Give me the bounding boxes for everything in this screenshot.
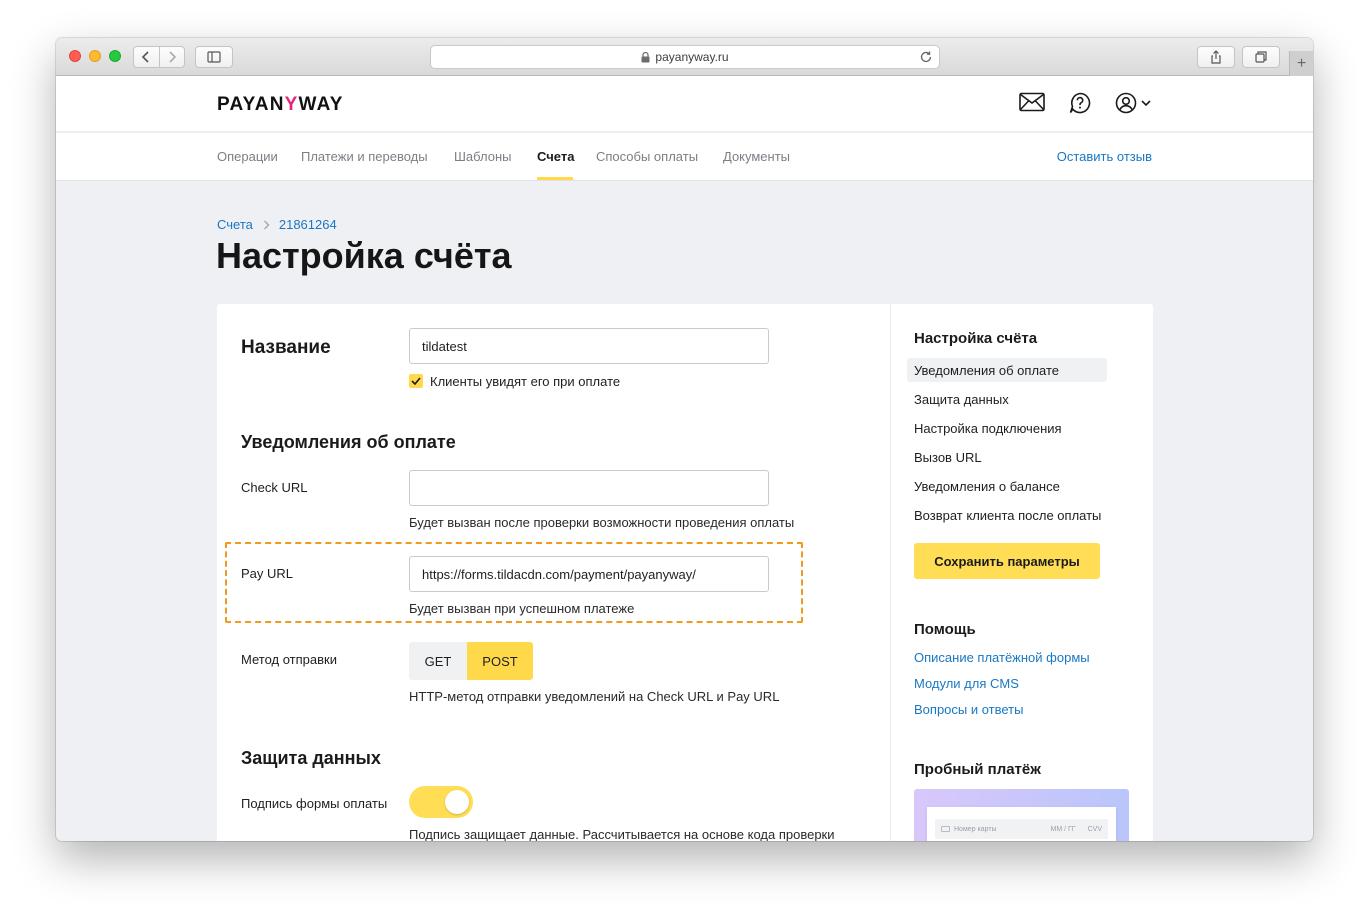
sidebar-icon [207, 51, 221, 63]
method-get-option[interactable]: GET [409, 642, 467, 680]
help-link-cms-modules[interactable]: Модули для CMS [914, 676, 1019, 691]
browser-toolbar: payanyway.ru + [56, 38, 1313, 76]
card-icon [941, 826, 950, 832]
minimize-window-button[interactable] [89, 50, 101, 62]
test-payment-title: Пробный платёж [914, 761, 1041, 778]
method-post-option[interactable]: POST [467, 642, 533, 680]
signature-hint: Подпись защищает данные. Рассчитывается … [409, 827, 835, 841]
check-url-input[interactable] [409, 470, 769, 506]
signature-toggle[interactable] [409, 786, 473, 818]
zoom-window-button[interactable] [109, 50, 121, 62]
logo-text-start: PAYAN [217, 94, 285, 115]
active-tab-indicator [537, 177, 573, 180]
nav-payment-methods[interactable]: Способы оплаты [596, 149, 698, 164]
chevron-left-icon [142, 51, 150, 63]
sidebar-item-payment-notifications[interactable]: Уведомления об оплате [907, 358, 1107, 382]
check-url-label: Check URL [241, 480, 308, 495]
method-hint: HTTP-метод отправки уведомлений на Check… [409, 689, 780, 704]
sidebar-title: Настройка счёта [914, 330, 1038, 347]
nav-payments[interactable]: Платежи и переводы [301, 149, 428, 164]
security-section-title: Защита данных [241, 748, 381, 768]
pay-url-hint: Будет вызван при успешном платеже [409, 601, 635, 616]
nav-documents[interactable]: Документы [723, 149, 790, 164]
tabs-icon [1255, 51, 1267, 63]
back-button[interactable] [134, 47, 159, 67]
sidebar-item-connection-settings[interactable]: Настройка подключения [907, 416, 1107, 440]
card-cvv-placeholder: CVV [1087, 825, 1102, 833]
pay-url-input[interactable] [409, 556, 769, 592]
toggle-knob [445, 790, 469, 814]
lock-icon [641, 51, 650, 63]
sidebar-item-url-call[interactable]: Вызов URL [907, 445, 1107, 469]
site-header: PAYANYWAY [56, 76, 1313, 132]
address-text: payanyway.ru [655, 50, 729, 64]
sidebar-toggle-button[interactable] [195, 46, 233, 68]
main-nav: Операции Платежи и переводы Шаблоны Счет… [56, 133, 1313, 181]
help-title: Помощь [914, 621, 976, 638]
forward-button[interactable] [158, 47, 184, 67]
check-url-hint: Будет вызван после проверки возможности … [409, 515, 795, 530]
tab-overview-button[interactable] [1242, 46, 1280, 68]
nav-operations[interactable]: Операции [217, 149, 278, 164]
http-method-selector: GET POST [409, 642, 533, 680]
chevron-right-icon [263, 220, 270, 230]
sidebar-item-balance-notifications[interactable]: Уведомления о балансе [907, 474, 1107, 498]
card-expiry-placeholder: ММ / ГГ [1050, 825, 1076, 833]
settings-card: Название Клиенты увидят его при оплате У… [217, 304, 1153, 841]
breadcrumb-accounts[interactable]: Счета [217, 217, 253, 232]
mail-icon[interactable] [1019, 92, 1045, 112]
logo-text-y: Y [284, 94, 299, 115]
page-title: Настройка счёта [216, 235, 512, 276]
show-name-checkbox-label[interactable]: Клиенты увидят его при оплате [430, 374, 620, 389]
sidebar-item-client-return[interactable]: Возврат клиента после оплаты [907, 503, 1107, 527]
plus-icon: + [1296, 54, 1307, 72]
share-button[interactable] [1197, 46, 1235, 68]
help-link-faq[interactable]: Вопросы и ответы [914, 702, 1023, 717]
breadcrumb-account-id[interactable]: 21861264 [279, 217, 337, 232]
settings-sidebar: Настройка счёта Уведомления об оплате За… [907, 304, 1137, 841]
feedback-link[interactable]: Оставить отзыв [1057, 149, 1152, 164]
user-menu[interactable] [1115, 92, 1152, 114]
method-label: Метод отправки [241, 652, 337, 667]
test-payment-preview[interactable]: Номер карты ММ / ГГ CVV [914, 789, 1129, 841]
nav-templates[interactable]: Шаблоны [454, 149, 512, 164]
sidebar-item-data-protection[interactable]: Защита данных [907, 387, 1107, 411]
signature-label: Подпись формы оплаты [241, 796, 388, 811]
payanyway-logo[interactable]: PAYANYWAY [217, 94, 344, 116]
address-bar[interactable]: payanyway.ru [430, 45, 940, 69]
browser-window: payanyway.ru + PAYANYWAY Операции Платеж… [56, 38, 1313, 841]
name-section-title: Название [241, 337, 331, 358]
breadcrumb: Счета 21861264 [217, 217, 337, 232]
show-name-checkbox[interactable] [409, 374, 423, 388]
close-window-button[interactable] [69, 50, 81, 62]
help-icon[interactable] [1069, 92, 1091, 114]
share-icon [1211, 50, 1221, 64]
account-name-input[interactable] [409, 328, 769, 364]
check-icon [411, 377, 421, 385]
reload-icon[interactable] [919, 50, 933, 64]
new-tab-button[interactable]: + [1289, 51, 1313, 76]
logo-text-end: WAY [298, 94, 344, 115]
chevron-right-icon [169, 51, 177, 63]
save-settings-button[interactable]: Сохранить параметры [914, 543, 1100, 579]
chevron-down-icon [1141, 100, 1151, 107]
notifications-section-title: Уведомления об оплате [241, 432, 456, 452]
card-number-placeholder: Номер карты [954, 825, 997, 833]
pay-url-label: Pay URL [241, 566, 294, 581]
column-divider [890, 304, 891, 841]
card-number-field-preview: Номер карты ММ / ГГ CVV [935, 819, 1108, 839]
payment-form-preview: Номер карты ММ / ГГ CVV [927, 807, 1116, 841]
nav-accounts[interactable]: Счета [537, 149, 574, 164]
help-link-payment-form[interactable]: Описание платёжной формы [914, 650, 1090, 665]
user-icon [1115, 92, 1137, 114]
history-nav [133, 46, 185, 68]
